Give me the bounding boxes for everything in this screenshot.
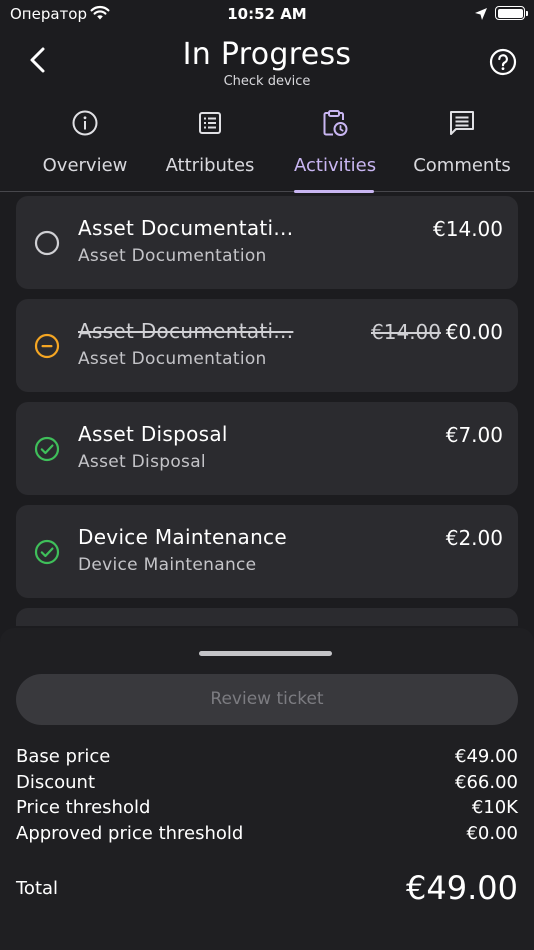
tab-activities[interactable]: Activities	[294, 104, 377, 193]
tab-label: Overview	[42, 155, 128, 176]
clock: 10:52 AM	[227, 5, 307, 23]
bottom-sheet: Review ticket Base price €49.00 Discount…	[0, 628, 534, 950]
page-title: In Progress	[182, 37, 352, 72]
activity-title: Asset Documentati...	[78, 319, 294, 343]
summary-label: Discount	[16, 771, 96, 793]
activity-subtitle: Asset Documentation	[78, 349, 267, 369]
activity-old-price: €14.00	[371, 320, 441, 344]
info-icon	[70, 108, 100, 138]
total-value: €49.00	[406, 869, 518, 907]
price-summary: Base price €49.00 Discount €66.00 Price …	[16, 746, 518, 848]
summary-label: Price threshold	[16, 797, 151, 819]
activity-card[interactable]: Asset Disposal Asset Disposal €7.00	[16, 402, 518, 495]
summary-value: €66.00	[455, 771, 518, 793]
list-icon	[195, 108, 225, 138]
check-circle-icon[interactable]	[34, 436, 60, 462]
tab-bar: Overview Attributes Activities Comments	[0, 104, 534, 193]
tab-comments[interactable]: Comments	[412, 104, 512, 192]
activity-card[interactable]: Asset Documentati... Asset Documentation…	[16, 196, 518, 289]
activity-subtitle: Device Maintenance	[78, 555, 257, 575]
help-button[interactable]	[488, 47, 518, 77]
activity-title: Device Maintenance	[78, 525, 287, 549]
help-circle-icon	[488, 48, 518, 81]
summary-row-price-threshold: Price threshold €10K	[16, 797, 518, 823]
minus-circle-icon[interactable]	[34, 333, 60, 359]
activity-price: €0.00	[445, 320, 503, 344]
activity-price: €14.00	[433, 217, 503, 241]
summary-label: Base price	[16, 746, 111, 767]
tab-label: Comments	[413, 155, 511, 176]
summary-value: €10K	[471, 797, 518, 819]
active-tab-indicator	[294, 190, 374, 193]
summary-label: Approved price threshold	[16, 822, 244, 844]
summary-value: €49.00	[455, 746, 518, 767]
activity-list[interactable]: Asset Documentati... Asset Documentation…	[16, 196, 518, 626]
activity-card[interactable]: Device Maintenance Device Maintenance €2…	[16, 505, 518, 598]
tab-label: Activities	[294, 155, 377, 176]
activity-price: €2.00	[445, 526, 503, 550]
location-arrow-icon	[474, 6, 488, 25]
summary-row-base-price: Base price €49.00	[16, 746, 518, 772]
activity-title: Asset Disposal	[78, 422, 228, 446]
summary-row-discount: Discount €66.00	[16, 772, 518, 798]
activity-subtitle: Asset Documentation	[78, 246, 267, 266]
summary-row-approved-threshold: Approved price threshold €0.00	[16, 823, 518, 849]
check-circle-icon[interactable]	[34, 539, 60, 565]
tab-label: Attributes	[165, 155, 255, 176]
total-label: Total	[16, 878, 59, 899]
page-subtitle: Check device	[223, 74, 311, 89]
status-bar: Оператор 10:52 AM	[0, 0, 534, 30]
empty-circle-icon[interactable]	[34, 230, 60, 256]
activity-card[interactable]	[16, 608, 518, 626]
comment-icon	[447, 108, 477, 138]
clipboard-clock-icon	[319, 108, 349, 138]
tab-attributes[interactable]: Attributes	[160, 104, 260, 192]
activity-card[interactable]: Asset Documentati... Asset Documentation…	[16, 299, 518, 392]
summary-value: €0.00	[466, 822, 518, 844]
battery-icon	[495, 6, 528, 20]
sheet-grabber[interactable]	[199, 651, 332, 656]
tab-overview[interactable]: Overview	[34, 104, 136, 192]
activity-subtitle: Asset Disposal	[78, 452, 206, 472]
review-ticket-button[interactable]: Review ticket	[16, 674, 518, 725]
activity-title: Asset Documentati...	[78, 216, 294, 240]
activity-price: €7.00	[445, 423, 503, 447]
